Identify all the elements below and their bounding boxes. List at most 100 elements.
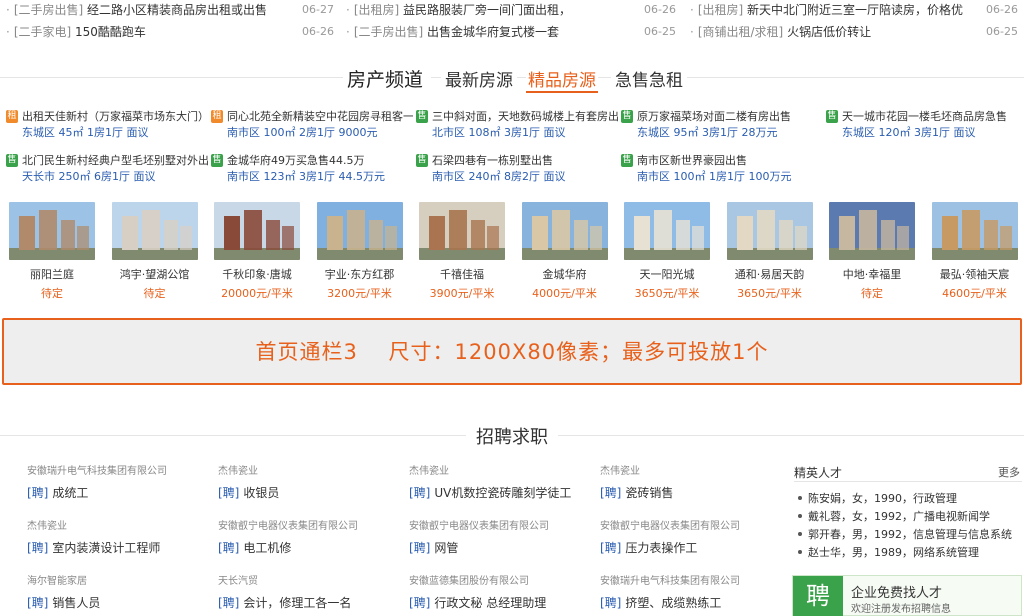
- listing-type-badge: 售: [826, 110, 838, 123]
- listing-item[interactable]: 租出租天佳新村（万家福菜市场东大门） 东城区 45㎡ 1房1厅 面议: [6, 108, 208, 144]
- property-image: [624, 202, 710, 260]
- job-item[interactable]: 安徽叡宁电器仪表集团有限公司 [聘] 网管: [409, 519, 589, 559]
- job-item[interactable]: 海尔智能家居 [聘] 销售人员: [27, 574, 207, 614]
- talent-item[interactable]: 戴礼蓉，女，1992，广播电视新闻学: [794, 508, 1022, 526]
- job-item[interactable]: 安徽叡宁电器仪表集团有限公司 [聘] 电工机修: [218, 519, 398, 559]
- property-card[interactable]: 宇业·东方红郡 3200元/平米: [316, 202, 404, 300]
- more-link[interactable]: 更多: [998, 464, 1020, 480]
- news-date: 06-27: [302, 3, 334, 16]
- listing-info: 南市区 100㎡ 1房1厅 100万元: [637, 170, 792, 183]
- property-card[interactable]: 通和·易居天韵 3650元/平米: [726, 202, 814, 300]
- job-item[interactable]: 天长汽贸 [聘] 会计，修理工各一名: [218, 574, 398, 614]
- property-photo: [931, 202, 1018, 260]
- listing-item[interactable]: 售金城华府49万买急售44.5万 南市区 123㎡ 3房1厅 44.5万元: [211, 152, 411, 188]
- listing-info: 北市区 108㎡ 3房1厅 面议: [432, 126, 566, 139]
- listing-item[interactable]: 售石梁四巷有一栋别墅出售 南市区 240㎡ 8房2厅 面议: [416, 152, 616, 188]
- property-card[interactable]: 丽阳兰庭 待定: [8, 202, 96, 300]
- company-name: 安徽瑞升电气科技集团有限公司: [27, 466, 167, 477]
- bullet-icon: [798, 550, 802, 554]
- property-image: [419, 202, 505, 260]
- listing-type-badge: 售: [621, 154, 633, 167]
- news-item[interactable]: · [出租房] 新天中北门附近三室一厅陪读房，价格优: [690, 1, 963, 19]
- job-position: [聘] UV机数控瓷砖雕刻学徒工: [409, 486, 572, 500]
- listing-info: 南市区 240㎡ 8房2厅 面议: [432, 170, 566, 183]
- property-price: 3200元/平米: [327, 287, 392, 300]
- hiring-tag: [聘]: [218, 486, 240, 500]
- company-name: 海尔智能家居: [27, 576, 87, 587]
- company-name: 安徽叡宁电器仪表集团有限公司: [600, 521, 740, 532]
- listing-item[interactable]: 租同心北苑全新精装空中花园房寻租客一 南市区 100㎡ 2房1厅 9000元: [211, 108, 413, 144]
- listing-title: 北门民生新村经典户型毛坯别墅对外出: [22, 154, 208, 167]
- job-item[interactable]: 安徽蓝德集团股份有限公司 [聘] 行政文秘 总经理助理: [409, 574, 589, 614]
- house-channel-header: 房产频道 最新房源 精品房源 急售急租: [0, 62, 1024, 94]
- talent-item[interactable]: 陈安娟，女，1990，行政管理: [794, 490, 1022, 508]
- property-image: [214, 202, 300, 260]
- property-photo: [419, 202, 505, 260]
- listing-type-badge: 租: [6, 110, 18, 123]
- news-date: 06-26: [302, 25, 334, 38]
- property-card[interactable]: 千秋印象·唐城 20000元/平米: [213, 202, 301, 300]
- property-name: 金城华府: [542, 268, 587, 281]
- property-card[interactable]: 最弘·领袖天宸 4600元/平米: [931, 202, 1019, 300]
- property-price: 3650元/平米: [634, 287, 700, 300]
- property-card[interactable]: 中地·幸福里 待定: [828, 202, 916, 300]
- news-item[interactable]: · [二手家电] 150酷酷跑车: [6, 23, 146, 41]
- property-card[interactable]: 天一阳光城 3650元/平米: [623, 202, 711, 300]
- job-position: [聘] 压力表操作工: [600, 541, 698, 555]
- property-photo: [111, 202, 198, 260]
- job-position: [聘] 成统工: [27, 486, 89, 500]
- company-name: 安徽蓝德集团股份有限公司: [409, 576, 529, 587]
- job-position: [聘] 行政文秘 总经理助理: [409, 596, 547, 610]
- hiring-tag: [聘]: [600, 596, 622, 610]
- tab-premium-listings[interactable]: 精品房源: [526, 66, 598, 93]
- job-item[interactable]: 杰伟瓷业 [聘] 收银员: [218, 464, 398, 504]
- channel-title: 房产频道: [343, 65, 432, 92]
- free-hire-promo[interactable]: 聘 企业免费找人才 欢迎注册发布招聘信息: [792, 575, 1022, 616]
- listing-type-badge: 租: [211, 110, 223, 123]
- property-image: [111, 202, 198, 260]
- listing-item[interactable]: 售原万家福菜场对面二楼有房出售 东城区 95㎡ 3房1厅 28万元: [621, 108, 821, 144]
- listing-info: 南市区 123㎡ 3房1厅 44.5万元: [227, 170, 385, 183]
- listing-item[interactable]: 售天一城市花园一楼毛坯商品房急售 东城区 120㎡ 3房1厅 面议: [826, 108, 1024, 144]
- job-item[interactable]: 杰伟瓷业 [聘] 瓷砖销售: [600, 464, 780, 504]
- property-photo: [829, 202, 915, 260]
- property-card[interactable]: 千禧佳福 3900元/平米: [418, 202, 506, 300]
- listing-title: 天一城市花园一楼毛坯商品房急售: [842, 110, 1007, 123]
- property-photo: [624, 202, 710, 260]
- company-name: 天长汽贸: [218, 576, 258, 587]
- job-item[interactable]: 安徽叡宁电器仪表集团有限公司 [聘] 压力表操作工: [600, 519, 780, 559]
- property-name: 丽阳兰庭: [30, 268, 74, 281]
- news-item[interactable]: · [商铺出租/求租] 火锅店低价转让: [690, 23, 871, 41]
- job-item[interactable]: 杰伟瓷业 [聘] 室内装潢设计工程师: [27, 519, 207, 559]
- ad-banner[interactable]: 首页通栏3 尺寸：1200X80像素；最多可投放1个: [2, 318, 1022, 385]
- listing-item[interactable]: 售北门民生新村经典户型毛坯别墅对外出 天长市 250㎡ 6房1厅 面议: [6, 152, 208, 188]
- talent-item[interactable]: 郭开春，男，1992，信息管理与信息系统: [794, 526, 1022, 544]
- tab-latest-listings[interactable]: 最新房源: [441, 66, 517, 91]
- news-date: 06-26: [986, 3, 1018, 16]
- property-photo: [9, 202, 95, 260]
- property-name: 千秋印象·唐城: [222, 268, 292, 281]
- news-item[interactable]: · [二手房出售] 经二路小区精装商品房出租或出售: [6, 1, 267, 19]
- listing-item[interactable]: 售三中斜对面，天地数码城楼上有套房出 北市区 108㎡ 3房1厅 面议: [416, 108, 618, 144]
- property-image: [521, 202, 608, 260]
- banner-text: 首页通栏3 尺寸：1200X80像素；最多可投放1个: [255, 340, 769, 364]
- job-item[interactable]: 安徽瑞升电气科技集团有限公司 [聘] 挤塑、成缆熟练工: [600, 574, 780, 614]
- news-item[interactable]: · [二手房出售] 出售金城华府复式楼一套: [346, 23, 559, 41]
- property-card[interactable]: 金城华府 4000元/平米: [521, 202, 609, 300]
- job-item[interactable]: 杰伟瓷业 [聘] UV机数控瓷砖雕刻学徒工: [409, 464, 589, 504]
- talent-list: 陈安娟，女，1990，行政管理 戴礼蓉，女，1992，广播电视新闻学 郭开春，男，1…: [794, 490, 1022, 562]
- listing-type-badge: 售: [211, 154, 223, 167]
- property-name: 天一阳光城: [639, 268, 695, 281]
- property-card[interactable]: 鸿宇·望湖公馆 待定: [111, 202, 199, 300]
- property-price: 4000元/平米: [532, 287, 597, 300]
- news-item[interactable]: · [出租房] 益民路服装厂旁一间门面出租，: [346, 1, 571, 19]
- job-position: [聘] 挤塑、成缆熟练工: [600, 596, 722, 610]
- property-name: 千禧佳福: [440, 268, 484, 281]
- job-item[interactable]: 安徽瑞升电气科技集团有限公司 [聘] 成统工: [27, 464, 207, 504]
- tab-urgent-listings[interactable]: 急售急租: [611, 66, 687, 91]
- listing-item[interactable]: 售南市区新世界豪园出售 南市区 100㎡ 1房1厅 100万元: [621, 152, 821, 188]
- talent-item[interactable]: 赵士华，男，1989，网络系统管理: [794, 544, 1022, 562]
- talent-title: 精英人才: [794, 466, 843, 480]
- hire-icon: 聘: [793, 576, 843, 616]
- company-name: 杰伟瓷业: [600, 466, 640, 477]
